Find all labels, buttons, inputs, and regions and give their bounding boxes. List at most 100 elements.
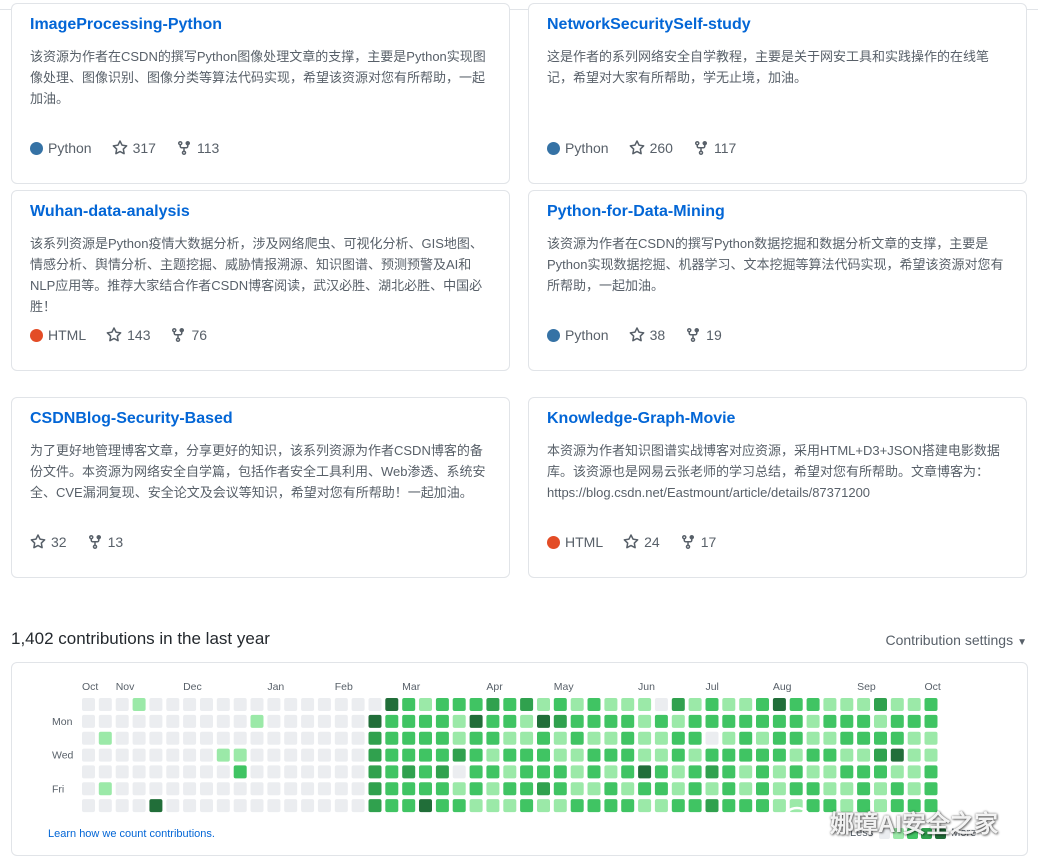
contribution-day-cell[interactable] xyxy=(317,698,331,711)
contribution-day-cell[interactable] xyxy=(654,765,668,779)
contribution-day-cell[interactable] xyxy=(351,731,365,745)
contribution-day-cell[interactable] xyxy=(166,714,180,728)
contribution-day-cell[interactable] xyxy=(570,748,584,762)
contribution-day-cell[interactable] xyxy=(368,698,382,711)
contribution-day-cell[interactable] xyxy=(183,782,197,796)
contribution-day-cell[interactable] xyxy=(200,748,213,762)
contribution-day-cell[interactable] xyxy=(301,799,315,813)
contribution-day-cell[interactable] xyxy=(503,714,517,728)
contribution-day-cell[interactable] xyxy=(284,765,298,779)
contribution-day-cell[interactable] xyxy=(604,765,618,779)
contribution-day-cell[interactable] xyxy=(368,748,382,762)
contribution-day-cell[interactable] xyxy=(284,698,298,711)
contribution-day-cell[interactable] xyxy=(840,748,854,762)
contribution-day-cell[interactable] xyxy=(722,748,736,762)
contribution-day-cell[interactable] xyxy=(537,765,550,779)
contribution-day-cell[interactable] xyxy=(823,765,837,779)
contribution-day-cell[interactable] xyxy=(334,799,348,813)
contribution-day-cell[interactable] xyxy=(385,714,399,728)
contribution-day-cell[interactable] xyxy=(553,765,567,779)
contribution-day-cell[interactable] xyxy=(385,731,399,745)
contribution-day-cell[interactable] xyxy=(98,799,112,813)
contribution-day-cell[interactable] xyxy=(98,698,112,711)
contribution-day-cell[interactable] xyxy=(216,731,230,745)
contribution-day-cell[interactable] xyxy=(604,782,618,796)
contribution-day-cell[interactable] xyxy=(924,698,938,711)
contribution-day-cell[interactable] xyxy=(520,731,534,745)
contribution-day-cell[interactable] xyxy=(537,782,550,796)
contribution-day-cell[interactable] xyxy=(435,731,449,745)
contribution-day-cell[interactable] xyxy=(368,714,382,728)
contribution-day-cell[interactable] xyxy=(452,799,466,813)
contribution-day-cell[interactable] xyxy=(671,698,685,711)
contribution-day-cell[interactable] xyxy=(688,782,702,796)
contribution-day-cell[interactable] xyxy=(267,782,281,796)
contribution-day-cell[interactable] xyxy=(806,782,820,796)
contribution-day-cell[interactable] xyxy=(520,799,534,813)
contribution-day-cell[interactable] xyxy=(621,698,635,711)
contribution-day-cell[interactable] xyxy=(654,698,668,711)
contribution-day-cell[interactable] xyxy=(570,765,584,779)
contribution-day-cell[interactable] xyxy=(166,748,180,762)
contribution-day-cell[interactable] xyxy=(216,748,230,762)
contribution-day-cell[interactable] xyxy=(284,748,298,762)
contribution-day-cell[interactable] xyxy=(284,799,298,813)
contribution-day-cell[interactable] xyxy=(823,748,837,762)
contribution-day-cell[interactable] xyxy=(284,782,298,796)
contribution-day-cell[interactable] xyxy=(200,782,213,796)
contribution-day-cell[interactable] xyxy=(772,782,786,796)
contribution-day-cell[interactable] xyxy=(840,698,854,711)
contribution-day-cell[interactable] xyxy=(149,698,163,711)
contribution-day-cell[interactable] xyxy=(469,714,483,728)
contribution-day-cell[interactable] xyxy=(452,714,466,728)
contribution-day-cell[interactable] xyxy=(402,731,416,745)
contribution-day-cell[interactable] xyxy=(115,765,129,779)
contribution-day-cell[interactable] xyxy=(435,714,449,728)
contribution-day-cell[interactable] xyxy=(200,698,213,711)
contribution-day-cell[interactable] xyxy=(671,765,685,779)
contribution-day-cell[interactable] xyxy=(874,782,887,796)
contribution-day-cell[interactable] xyxy=(890,765,904,779)
contribution-day-cell[interactable] xyxy=(132,698,146,711)
contribution-day-cell[interactable] xyxy=(486,765,500,779)
contribution-day-cell[interactable] xyxy=(553,748,567,762)
contribution-day-cell[interactable] xyxy=(671,714,685,728)
contribution-day-cell[interactable] xyxy=(874,748,887,762)
contribution-day-cell[interactable] xyxy=(419,782,432,796)
contribution-day-cell[interactable] xyxy=(621,782,635,796)
contribution-day-cell[interactable] xyxy=(789,731,803,745)
contribution-day-cell[interactable] xyxy=(469,748,483,762)
contribution-day-cell[interactable] xyxy=(789,765,803,779)
contribution-day-cell[interactable] xyxy=(806,765,820,779)
contribution-day-cell[interactable] xyxy=(301,765,315,779)
contribution-day-cell[interactable] xyxy=(368,799,382,813)
contribution-day-cell[interactable] xyxy=(705,698,719,711)
contribution-day-cell[interactable] xyxy=(587,714,601,728)
contribution-day-cell[interactable] xyxy=(317,748,331,762)
contribution-day-cell[interactable] xyxy=(890,782,904,796)
contribution-day-cell[interactable] xyxy=(503,731,517,745)
contribution-day-cell[interactable] xyxy=(98,765,112,779)
contribution-day-cell[interactable] xyxy=(233,799,247,813)
contribution-day-cell[interactable] xyxy=(739,731,753,745)
contribution-day-cell[interactable] xyxy=(638,799,652,813)
contribution-day-cell[interactable] xyxy=(267,799,281,813)
contribution-day-cell[interactable] xyxy=(907,731,921,745)
contribution-day-cell[interactable] xyxy=(553,698,567,711)
contribution-day-cell[interactable] xyxy=(149,748,163,762)
contribution-day-cell[interactable] xyxy=(840,782,854,796)
contribution-day-cell[interactable] xyxy=(654,782,668,796)
contribution-day-cell[interactable] xyxy=(739,748,753,762)
repo-stars-link[interactable]: 260 xyxy=(629,140,673,156)
contribution-day-cell[interactable] xyxy=(789,698,803,711)
contribution-day-cell[interactable] xyxy=(233,714,247,728)
contribution-day-cell[interactable] xyxy=(250,748,264,762)
contribution-day-cell[interactable] xyxy=(469,731,483,745)
contribution-day-cell[interactable] xyxy=(890,748,904,762)
contribution-day-cell[interactable] xyxy=(402,698,416,711)
contribution-day-cell[interactable] xyxy=(857,748,871,762)
contribution-day-cell[interactable] xyxy=(907,698,921,711)
contribution-day-cell[interactable] xyxy=(890,731,904,745)
contribution-day-cell[interactable] xyxy=(772,731,786,745)
contribution-day-cell[interactable] xyxy=(570,714,584,728)
